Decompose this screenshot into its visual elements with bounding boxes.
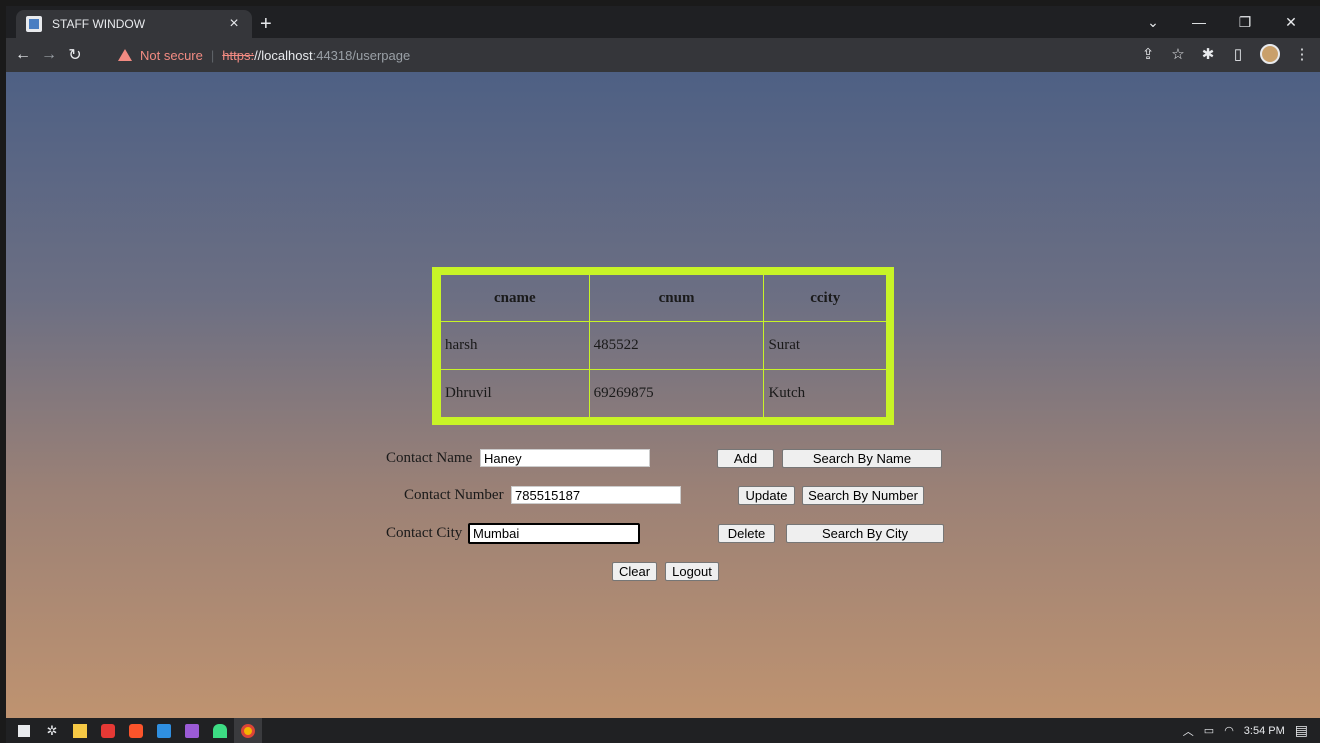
notifications-icon[interactable]: ▤ bbox=[1295, 722, 1308, 739]
reload-icon[interactable]: ↻ bbox=[62, 45, 88, 65]
folder-icon bbox=[73, 723, 87, 738]
clear-button[interactable]: Clear bbox=[612, 562, 657, 581]
youtube-icon bbox=[101, 723, 115, 738]
table-header-row: cname cnum ccity bbox=[440, 274, 887, 322]
close-window-icon[interactable]: ✕ bbox=[1268, 10, 1314, 34]
table-row[interactable]: harsh 485522 Surat bbox=[440, 321, 887, 370]
taskbar-youtube[interactable] bbox=[94, 718, 122, 743]
update-button[interactable]: Update bbox=[738, 486, 795, 505]
header-cnum: cnum bbox=[588, 274, 765, 322]
taskbar-android-studio[interactable] bbox=[206, 718, 234, 743]
page-favicon-icon bbox=[26, 16, 42, 32]
taskbar-chrome[interactable] bbox=[234, 718, 262, 743]
minimize-icon[interactable]: — bbox=[1176, 10, 1222, 34]
browser-tabstrip: STAFF WINDOW × + ⌄ — ❐ ✕ bbox=[6, 6, 1320, 38]
taskbar-explorer[interactable] bbox=[66, 718, 94, 743]
system-tray: ︿ ▭ ◠ 3:54 PM ▤ bbox=[1183, 718, 1308, 743]
back-icon[interactable]: ← bbox=[10, 46, 36, 64]
logout-button[interactable]: Logout bbox=[665, 562, 719, 581]
taskbar-vscode[interactable] bbox=[150, 718, 178, 743]
bookmark-star-icon[interactable]: ☆ bbox=[1170, 45, 1186, 63]
side-panel-icon[interactable]: ▯ bbox=[1230, 45, 1246, 63]
not-secure-label: Not secure bbox=[140, 47, 203, 63]
search-by-city-button[interactable]: Search By City bbox=[786, 524, 944, 543]
contact-city-label: Contact City bbox=[386, 525, 463, 541]
url-path: :44318/userpage bbox=[312, 47, 411, 63]
search-by-name-button[interactable]: Search By Name bbox=[782, 449, 942, 468]
toolbar-actions: ⇪ ☆ ✱ ▯ ⋮ bbox=[1140, 44, 1310, 64]
battery-icon[interactable]: ▭ bbox=[1204, 724, 1214, 737]
windows-taskbar: ✲ ︿ ▭ ◠ 3:54 PM ▤ bbox=[6, 718, 1320, 743]
chrome-icon bbox=[241, 723, 255, 738]
contact-city-input[interactable] bbox=[468, 523, 640, 544]
url-scheme: https: bbox=[222, 47, 255, 63]
browser-toolbar: ← → ↻ Not secure | https://localhost:443… bbox=[6, 38, 1320, 72]
contact-name-label: Contact Name bbox=[386, 450, 473, 466]
wifi-icon[interactable]: ◠ bbox=[1224, 724, 1234, 737]
contacts-grid: cname cnum ccity harsh 485522 Surat Dhru… bbox=[432, 267, 894, 425]
cell-ccity: Kutch bbox=[763, 369, 887, 418]
table-row[interactable]: Dhruvil 69269875 Kutch bbox=[440, 369, 887, 418]
visual-studio-icon bbox=[185, 723, 199, 738]
cell-cnum: 485522 bbox=[588, 321, 765, 370]
search-by-number-button[interactable]: Search By Number bbox=[802, 486, 924, 505]
page-content: cname cnum ccity harsh 485522 Surat Dhru… bbox=[6, 72, 1320, 718]
share-icon[interactable]: ⇪ bbox=[1140, 45, 1156, 63]
contact-number-input[interactable] bbox=[511, 486, 681, 504]
cell-ccity: Surat bbox=[763, 321, 887, 370]
address-bar[interactable]: Not secure | https://localhost:44318/use… bbox=[118, 43, 1118, 67]
browser-tab[interactable]: STAFF WINDOW × bbox=[16, 10, 252, 38]
vscode-icon bbox=[157, 723, 171, 738]
new-tab-icon[interactable]: + bbox=[260, 14, 272, 34]
chevron-up-icon[interactable]: ︿ bbox=[1183, 723, 1194, 739]
windows-logo-icon bbox=[18, 724, 30, 737]
cell-cnum: 69269875 bbox=[588, 369, 765, 418]
add-button[interactable]: Add bbox=[717, 449, 774, 468]
url-host: //localhost bbox=[254, 47, 313, 63]
address-separator: | bbox=[210, 47, 215, 63]
restore-icon[interactable]: ❐ bbox=[1222, 10, 1268, 34]
menu-kebab-icon[interactable]: ⋮ bbox=[1294, 45, 1310, 63]
profile-avatar[interactable] bbox=[1260, 44, 1280, 64]
header-cname: cname bbox=[440, 274, 590, 322]
clock[interactable]: 3:54 PM bbox=[1244, 725, 1285, 737]
extensions-icon[interactable]: ✱ bbox=[1200, 45, 1216, 63]
tab-search-icon[interactable]: ⌄ bbox=[1130, 10, 1176, 34]
cell-cname: Dhruvil bbox=[440, 369, 590, 418]
tab-close-icon[interactable]: × bbox=[226, 15, 242, 33]
android-icon bbox=[213, 723, 227, 738]
brave-icon bbox=[129, 723, 143, 738]
window-controls: ⌄ — ❐ ✕ bbox=[1130, 10, 1314, 34]
delete-button[interactable]: Delete bbox=[718, 524, 775, 543]
start-button[interactable] bbox=[10, 718, 38, 743]
warning-icon bbox=[118, 49, 132, 61]
tab-title: STAFF WINDOW bbox=[52, 17, 146, 31]
contacts-table: cname cnum ccity harsh 485522 Surat Dhru… bbox=[440, 274, 887, 418]
taskbar-brave[interactable] bbox=[122, 718, 150, 743]
contact-number-label: Contact Number bbox=[404, 487, 504, 503]
header-ccity: ccity bbox=[763, 274, 887, 322]
forward-icon[interactable]: → bbox=[36, 46, 62, 64]
taskbar-settings[interactable]: ✲ bbox=[38, 718, 66, 743]
contact-name-input[interactable] bbox=[480, 449, 650, 467]
taskbar-visualstudio[interactable] bbox=[178, 718, 206, 743]
cell-cname: harsh bbox=[440, 321, 590, 370]
gear-icon: ✲ bbox=[46, 722, 58, 738]
